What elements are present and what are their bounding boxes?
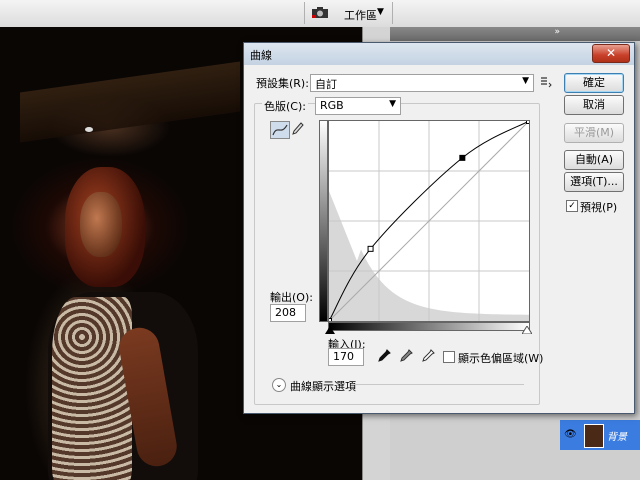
curve-edit-tool[interactable] xyxy=(270,121,290,139)
pencil-icon[interactable] xyxy=(292,122,304,136)
toolbar-separator xyxy=(304,2,305,24)
channel-label: 色版(C): xyxy=(262,98,308,114)
display-options-label[interactable]: 曲線顯示選項 xyxy=(290,378,356,394)
channel-select[interactable]: RGB ▼ xyxy=(315,97,401,115)
preset-label: 預設集(R): xyxy=(256,77,309,90)
output-field[interactable]: 208 xyxy=(270,304,306,322)
curve-plot[interactable] xyxy=(326,118,532,324)
smooth-button[interactable]: 平滑(M) xyxy=(564,123,624,143)
chevron-down-icon: ▼ xyxy=(389,99,396,109)
photo-subject-face xyxy=(80,192,122,257)
options-button[interactable]: 選項(T)... xyxy=(564,172,624,192)
output-gradient-bar xyxy=(319,120,328,322)
auto-button[interactable]: 自動(A) xyxy=(564,150,624,170)
black-eyedropper-icon[interactable] xyxy=(377,349,391,363)
show-clipping-label[interactable]: 顯示色偏區域(W) xyxy=(458,350,543,366)
show-clipping-checkbox[interactable] xyxy=(443,351,455,363)
toolbar-separator xyxy=(392,2,393,24)
ok-button[interactable]: 確定 xyxy=(564,73,624,93)
curve-point[interactable] xyxy=(526,118,532,124)
dialog-title-bar[interactable]: 曲線 ✕ xyxy=(244,43,634,65)
eye-icon[interactable]: 👁 xyxy=(564,429,577,440)
curves-dialog: 曲線 ✕ 預設集(R): 自訂 ▼ 色版(C): RGB ▼ 輸出(O): 20… xyxy=(243,42,635,414)
cancel-button[interactable]: 取消 xyxy=(564,95,624,115)
photo-ceiling xyxy=(20,61,240,143)
gray-eyedropper-icon[interactable] xyxy=(399,349,413,363)
channel-value: RGB xyxy=(320,99,344,112)
checkmark-icon: ✓ xyxy=(568,201,576,211)
double-chevron-icon[interactable]: » xyxy=(554,27,560,37)
app-options-bar: 工作區 ▼ xyxy=(0,0,640,28)
preset-select[interactable]: 自訂 ▼ xyxy=(310,74,534,92)
black-point-slider[interactable] xyxy=(325,326,335,334)
selected-curve-point[interactable] xyxy=(459,154,466,161)
close-button[interactable]: ✕ xyxy=(592,44,630,63)
curve-graph[interactable] xyxy=(326,118,532,324)
camera-icon[interactable] xyxy=(311,6,329,19)
chevron-down-icon: ⌄ xyxy=(275,380,283,389)
photo-light xyxy=(85,127,93,132)
workspace-label[interactable]: 工作區 xyxy=(344,7,377,23)
expand-options-button[interactable]: ⌄ xyxy=(272,378,286,392)
input-gradient-bar xyxy=(328,322,530,331)
curve-icon xyxy=(272,124,288,136)
white-point-slider[interactable] xyxy=(522,326,532,334)
layer-thumbnail xyxy=(584,424,604,448)
layer-name[interactable]: 背景 xyxy=(607,428,627,443)
curve-point[interactable] xyxy=(326,318,332,324)
photo-shirt-pattern xyxy=(52,297,132,480)
chevron-down-icon: ▼ xyxy=(522,76,529,86)
preview-checkbox[interactable]: ✓ xyxy=(566,200,578,212)
chevron-down-icon[interactable]: ▼ xyxy=(377,7,384,17)
white-eyedropper-icon[interactable] xyxy=(421,349,435,363)
dialog-title: 曲線 xyxy=(250,49,272,62)
layer-row-background[interactable]: 👁 背景 xyxy=(560,420,640,450)
preset-value: 自訂 xyxy=(315,78,337,91)
curve-point[interactable] xyxy=(367,245,374,252)
options-divider xyxy=(354,384,524,385)
input-field[interactable]: 170 xyxy=(328,348,364,366)
close-icon: ✕ xyxy=(605,46,617,60)
preview-label[interactable]: 預視(P) xyxy=(580,199,617,215)
panel-header: » xyxy=(390,27,640,41)
preset-menu-icon[interactable] xyxy=(540,76,552,88)
output-label: 輸出(O): xyxy=(270,291,313,304)
